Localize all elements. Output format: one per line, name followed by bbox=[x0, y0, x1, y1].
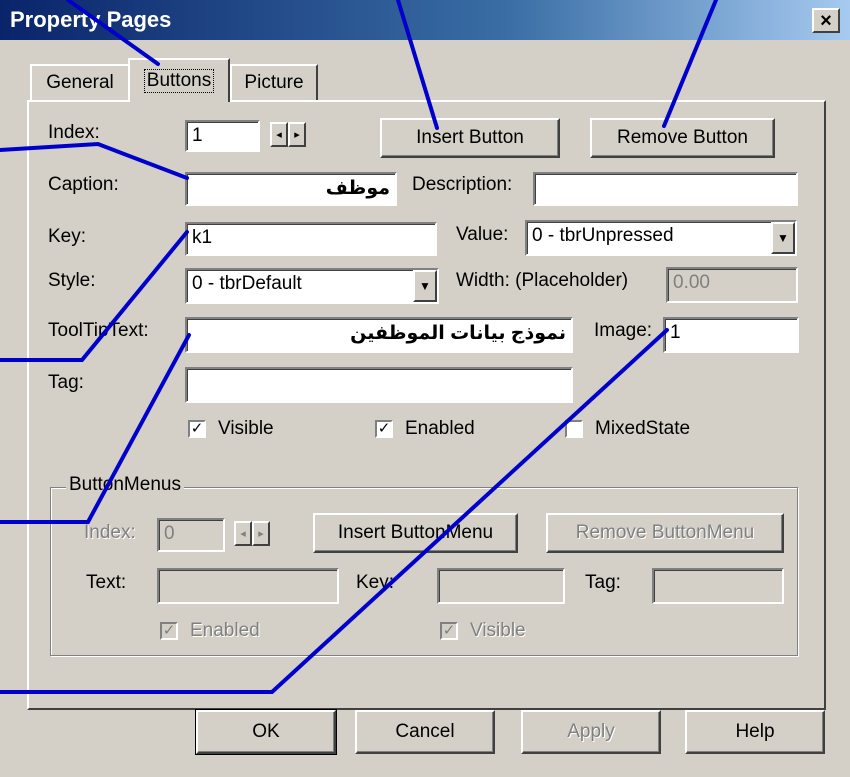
key-field[interactable]: k1 bbox=[185, 222, 437, 256]
tab-picture-label: Picture bbox=[244, 72, 304, 93]
remove-buttonmenu-button[interactable]: Remove ButtonMenu bbox=[546, 513, 784, 553]
index-label: Index: bbox=[48, 122, 100, 143]
menu-visible-checkbox[interactable]: ✓ bbox=[440, 622, 458, 640]
index-field[interactable]: 1 bbox=[185, 120, 260, 152]
menu-text-label: Text: bbox=[86, 572, 127, 593]
index-spin-right[interactable]: ▸ bbox=[288, 122, 306, 147]
menu-index-field[interactable]: 0 bbox=[157, 518, 225, 552]
style-dropdown-arrow-icon[interactable]: ▼ bbox=[413, 270, 437, 302]
style-label: Style: bbox=[48, 270, 96, 291]
insert-button[interactable]: Insert Button bbox=[380, 118, 560, 158]
tag-label: Tag: bbox=[48, 372, 84, 393]
mixedstate-checkbox[interactable] bbox=[565, 420, 583, 438]
caption-field[interactable]: موظف bbox=[185, 172, 397, 206]
close-button[interactable]: × bbox=[812, 8, 840, 33]
menu-key-field[interactable] bbox=[437, 568, 565, 604]
enabled-checkbox-label: Enabled bbox=[405, 418, 475, 439]
tab-picture[interactable]: Picture bbox=[230, 64, 318, 100]
description-label: Description: bbox=[412, 174, 513, 195]
tab-general-label: General bbox=[46, 72, 114, 93]
enabled-checkbox[interactable]: ✓ bbox=[375, 420, 393, 438]
menu-enabled-checkbox[interactable]: ✓ bbox=[160, 622, 178, 640]
tooltiptext-label: ToolTipText: bbox=[48, 320, 149, 341]
tab-general[interactable]: General bbox=[30, 64, 130, 100]
remove-button[interactable]: Remove Button bbox=[590, 118, 775, 158]
description-field[interactable] bbox=[533, 172, 798, 206]
cancel-button[interactable]: Cancel bbox=[355, 710, 495, 754]
style-dropdown[interactable]: 0 - tbrDefault bbox=[185, 268, 439, 304]
image-label: Image: bbox=[594, 320, 653, 341]
window-title: Property Pages bbox=[10, 7, 172, 32]
apply-button[interactable]: Apply bbox=[521, 710, 661, 754]
index-spin-left[interactable]: ◂ bbox=[270, 122, 288, 147]
menu-visible-checkbox-label: Visible bbox=[470, 620, 526, 641]
help-button[interactable]: Help bbox=[685, 710, 825, 754]
menu-tag-label: Tag: bbox=[585, 572, 621, 593]
tab-buttons[interactable]: Buttons bbox=[128, 58, 230, 102]
caption-label: Caption: bbox=[48, 174, 119, 195]
menu-index-spin-left[interactable]: ◂ bbox=[234, 521, 252, 546]
tab-buttons-label: Buttons bbox=[143, 69, 215, 93]
buttonmenus-group-title: ButtonMenus bbox=[66, 474, 184, 496]
menu-enabled-checkbox-label: Enabled bbox=[190, 620, 260, 641]
visible-checkbox-label: Visible bbox=[218, 418, 274, 439]
menu-text-field[interactable] bbox=[157, 568, 339, 604]
visible-checkbox[interactable]: ✓ bbox=[188, 420, 206, 438]
menu-key-label: Key: bbox=[356, 572, 395, 593]
menu-index-spin-right[interactable]: ▸ bbox=[252, 521, 270, 546]
value-dropdown[interactable]: 0 - tbrUnpressed bbox=[525, 220, 797, 256]
image-field[interactable]: 1 bbox=[663, 317, 799, 353]
width-label: Width: (Placeholder) bbox=[456, 270, 629, 291]
mixedstate-checkbox-label: MixedState bbox=[595, 418, 691, 439]
tag-field[interactable] bbox=[185, 367, 573, 403]
value-label: Value: bbox=[456, 224, 509, 245]
key-label: Key: bbox=[48, 226, 87, 247]
menu-tag-field[interactable] bbox=[652, 568, 784, 604]
value-dropdown-arrow-icon[interactable]: ▼ bbox=[771, 222, 795, 254]
width-field[interactable]: 0.00 bbox=[666, 267, 798, 303]
insert-buttonmenu-button[interactable]: Insert ButtonMenu bbox=[313, 513, 518, 553]
tooltiptext-field[interactable]: نموذج بيانات الموظفين bbox=[185, 317, 573, 353]
menu-index-label: Index: bbox=[84, 522, 136, 543]
ok-button[interactable]: OK bbox=[195, 709, 337, 755]
